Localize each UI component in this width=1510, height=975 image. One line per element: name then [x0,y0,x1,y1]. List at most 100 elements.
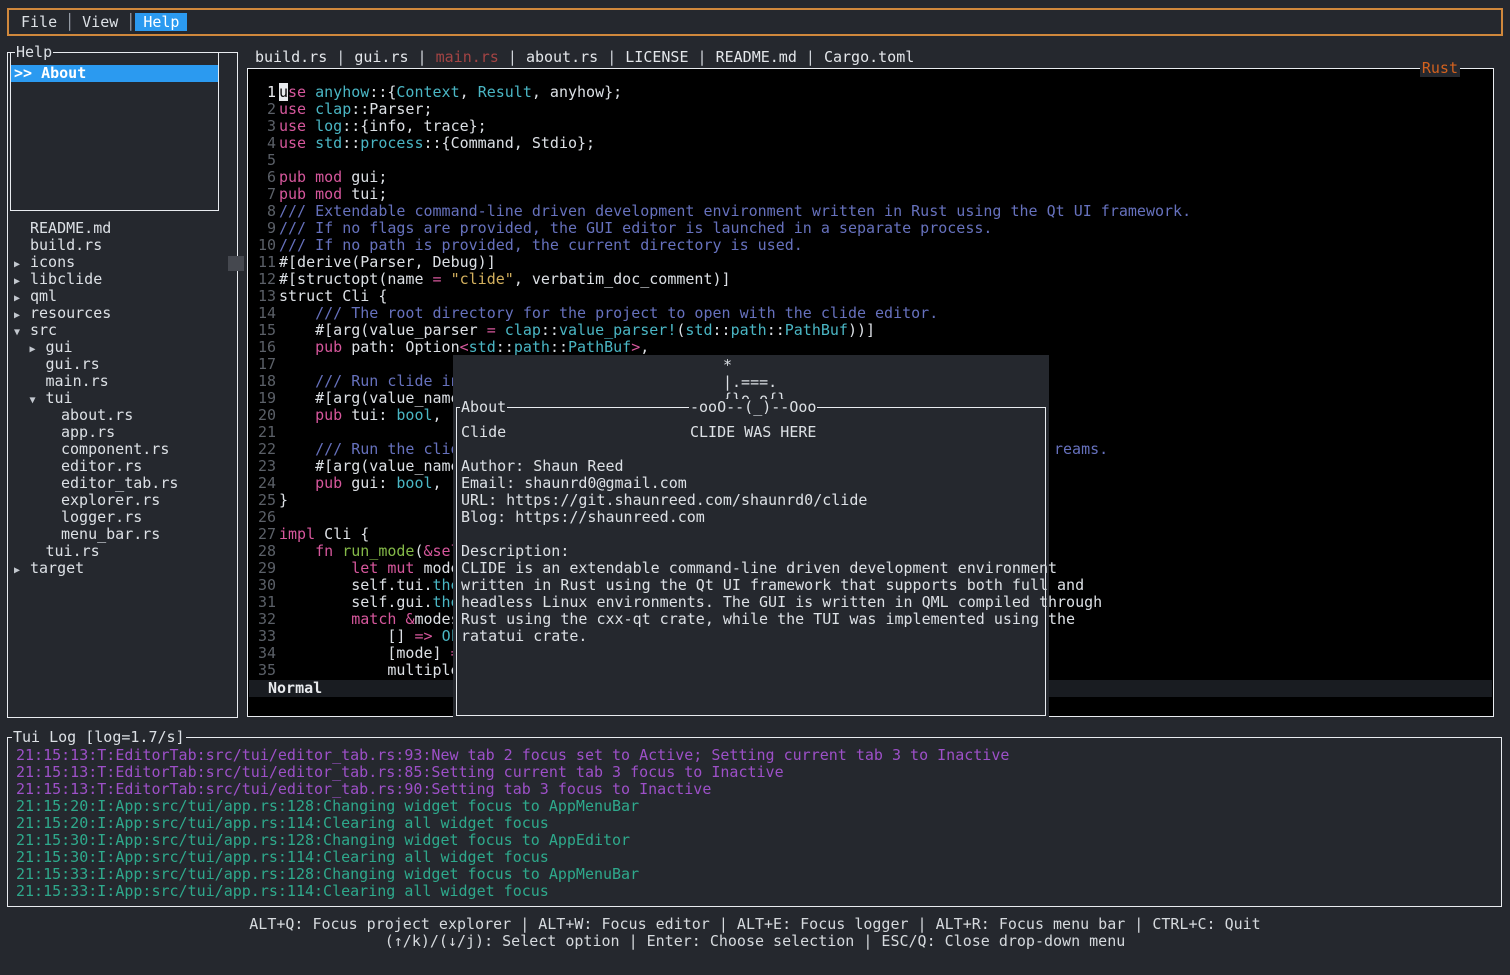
code-token: run_mode [342,542,414,560]
help-menu-item-about[interactable]: >> About [11,65,218,82]
explorer-item-label: tui [46,389,73,407]
line-number: 24 [251,475,276,492]
explorer-item-editor-tab-rs[interactable]: editor_tab.rs [9,475,236,492]
explorer-item-main-rs[interactable]: main.rs [9,373,236,390]
code-line[interactable]: 4use std::process::{Command, Stdio}; [249,135,1492,152]
code-token: reams. [1054,441,1108,458]
code-token [306,168,315,186]
chevron-expanded-icon[interactable]: ▼ [30,392,46,409]
explorer-item-app-rs[interactable]: app.rs [9,424,236,441]
code-token: tui; [342,185,387,203]
code-line[interactable]: 6pub mod gui; [249,169,1492,186]
code-token: :: [541,321,559,339]
about-description-line: written in Rust using the Qt UI framewor… [458,577,1044,594]
chevron-expanded-icon[interactable]: ▼ [14,324,30,341]
line-number: 23 [251,458,276,475]
explorer-item-tui-rs[interactable]: tui.rs [9,543,236,560]
code-token: log [315,117,342,135]
log-entry: 21:15:20:I:App:src/tui/app.rs:128:Changi… [9,798,1500,815]
code-line[interactable]: 8/// Extendable command-line driven deve… [249,203,1492,220]
code-token: anyhow [315,83,369,101]
explorer-item-target[interactable]: ▶target [9,560,236,577]
menu-item-view[interactable]: View [74,13,126,31]
about-dialog-title: About [460,399,507,416]
line-number: 15 [251,322,276,339]
editor-tab-readme-md[interactable]: README.md [716,48,797,66]
code-line[interactable]: 11#[derive(Parser, Debug)] [249,254,1492,271]
menu-item-file[interactable]: File [13,13,65,31]
explorer-item-label: editor_tab.rs [61,474,178,492]
explorer-item-label: tui.rs [46,542,100,560]
log-panel[interactable]: Tui Log [log=1.7/s] 21:15:13:T:EditorTab… [7,737,1502,907]
code-line[interactable]: 7pub mod tui; [249,186,1492,203]
code-line[interactable]: 3use log::{info, trace}; [249,118,1492,135]
menu-items: File│View│Help [9,10,1501,34]
code-token: gui: [342,474,396,492]
editor-tab-gui-rs[interactable]: gui.rs [354,48,408,66]
explorer-item-libclide[interactable]: ▶libclide [9,271,236,288]
code-token: = [487,321,496,339]
about-author: Author: Shaun Reed [458,458,1044,475]
code-line[interactable]: 14 /// The root directory for the projec… [249,305,1492,322]
code-token: ))] [848,321,875,339]
code-token: process [360,134,423,152]
explorer-item-gui[interactable]: ▶gui [9,339,236,356]
line-number: 18 [251,373,276,390]
about-description-line: headless Linux environments. The GUI is … [458,594,1044,611]
explorer-item-label: main.rs [46,372,109,390]
code-token [306,134,315,152]
line-number: 5 [251,152,276,169]
code-token: mut [387,559,414,577]
code-token: #[arg(value_name [279,457,469,475]
explorer-item-editor-rs[interactable]: editor.rs [9,458,236,475]
log-entry: 21:15:30:I:App:src/tui/app.rs:128:Changi… [9,832,1500,849]
code-token: clap [505,321,541,339]
code-line[interactable]: 9/// If no flags are provided, the GUI e… [249,220,1492,237]
editor-tab-bar: build.rs | gui.rs | main.rs | about.rs |… [255,49,914,66]
log-panel-title: Tui Log [log=1.7/s] [12,729,186,746]
menu-item-help[interactable]: Help [135,13,187,31]
editor-tab-cargo-toml[interactable]: Cargo.toml [824,48,914,66]
code-token: , verbatim_doc_comment)] [514,270,731,288]
explorer-item-tui[interactable]: ▼tui [9,390,236,407]
code-token: gui; [342,168,387,186]
explorer-item-icons[interactable]: ▶icons [9,254,236,271]
explorer-item-resources[interactable]: ▶resources [9,305,236,322]
code-line[interactable]: 16 pub path: Option<std::path::PathBuf>, [249,339,1492,356]
editor-tab-about-rs[interactable]: about.rs [526,48,598,66]
explorer-item-gui-rs[interactable]: gui.rs [9,356,236,373]
code-line[interactable]: 2use clap::Parser; [249,101,1492,118]
explorer-item-readme-md[interactable]: README.md [9,220,236,237]
explorer-item-build-rs[interactable]: build.rs [9,237,236,254]
code-token: ::Parser; [351,100,432,118]
explorer-item-logger-rs[interactable]: logger.rs [9,509,236,526]
code-line[interactable]: 1use anyhow::{Context, Result, anyhow}; [249,84,1492,101]
line-number: 4 [251,135,276,152]
code-line[interactable]: 12#[structopt(name = "clide", verbatim_d… [249,271,1492,288]
code-line[interactable]: 15 #[arg(value_parser = clap::value_pars… [249,322,1492,339]
code-token: match [351,610,396,628]
explorer-item-label: src [30,321,57,339]
editor-tab-build-rs[interactable]: build.rs [255,48,327,66]
scrollbar-thumb[interactable] [228,256,244,271]
code-line[interactable]: 5 [249,152,1492,169]
explorer-item-src[interactable]: ▼src [9,322,236,339]
line-number: 7 [251,186,276,203]
explorer-item-component-rs[interactable]: component.rs [9,441,236,458]
code-token [279,542,315,560]
editor-tab-license[interactable]: LICENSE [625,48,688,66]
explorer-item-explorer-rs[interactable]: explorer.rs [9,492,236,509]
code-token: :: [342,134,360,152]
code-line[interactable]: 13struct Cli { [249,288,1492,305]
log-entry: 21:15:30:I:App:src/tui/app.rs:114:Cleari… [9,849,1500,866]
explorer-item-about-rs[interactable]: about.rs [9,407,236,424]
code-line[interactable]: 10/// If no path is provided, the curren… [249,237,1492,254]
line-number: 11 [251,254,276,271]
log-entry: 21:15:13:T:EditorTab:src/tui/editor_tab.… [9,747,1500,764]
tab-separator: | [499,48,526,66]
editor-tab-main-rs[interactable]: main.rs [436,48,499,66]
code-token: clap [315,100,351,118]
explorer-item-qml[interactable]: ▶qml [9,288,236,305]
chevron-collapsed-icon[interactable]: ▶ [14,562,30,579]
explorer-item-menu-bar-rs[interactable]: menu_bar.rs [9,526,236,543]
